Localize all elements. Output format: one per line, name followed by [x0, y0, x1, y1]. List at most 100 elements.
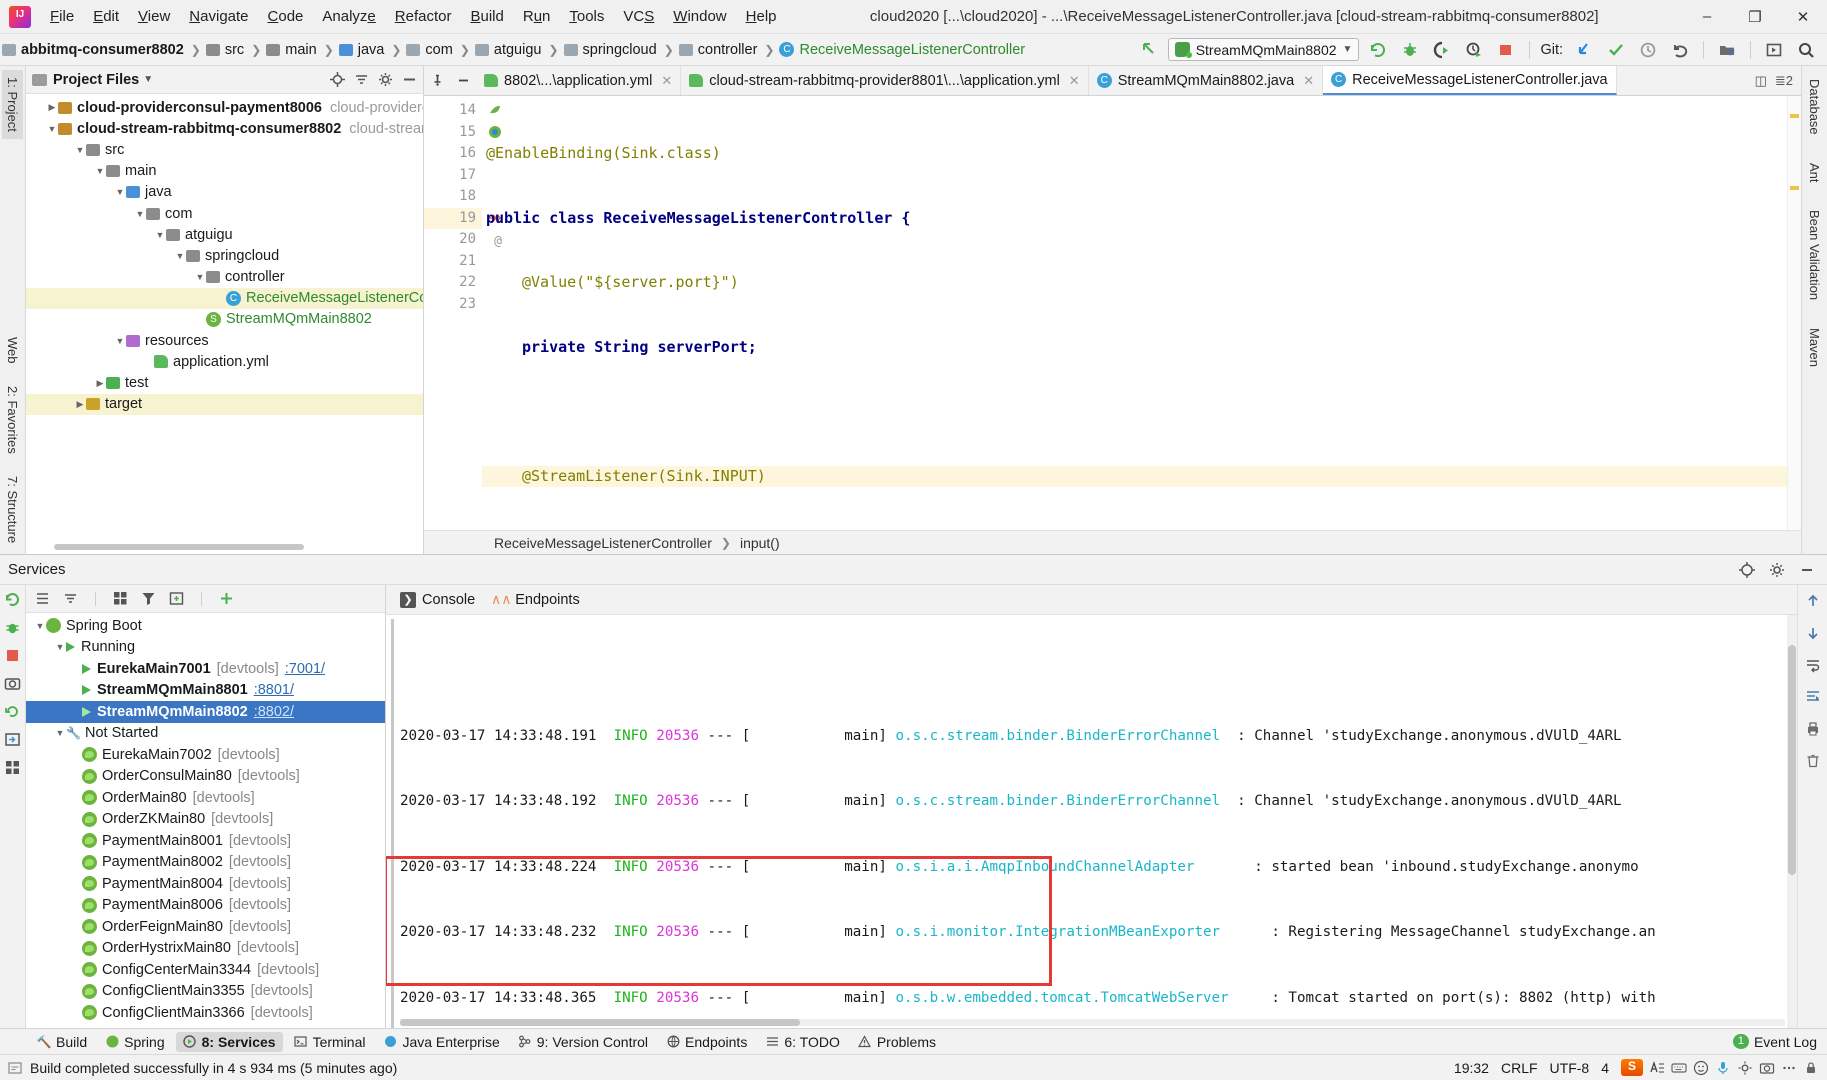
tool-window-build[interactable]: 🔨 Build — [30, 1032, 94, 1052]
tree-item[interactable]: ▶ test — [26, 372, 423, 393]
menu-item-navigate[interactable]: Navigate — [180, 4, 257, 29]
chevron-down-icon[interactable]: ▼ — [143, 74, 153, 85]
tool-window-java-enterprise[interactable]: Java Enterprise — [376, 1032, 506, 1052]
breadcrumb-java[interactable]: java — [337, 40, 389, 60]
breadcrumb-class[interactable]: C ReceiveMessageListenerController — [777, 40, 1029, 60]
profile-icon[interactable] — [1461, 37, 1487, 63]
collapse-all-icon[interactable] — [354, 72, 369, 87]
emoji-icon[interactable] — [1693, 1060, 1709, 1076]
expand-arrow-icon[interactable]: ▼ — [94, 166, 106, 176]
close-icon[interactable]: ✕ — [1069, 73, 1080, 89]
restart-services-icon[interactable] — [4, 703, 21, 720]
event-log-button[interactable]: 1 Event Log — [1732, 1034, 1817, 1050]
hide-tabs-icon[interactable] — [450, 66, 476, 95]
menu-item-code[interactable]: Code — [259, 4, 313, 29]
run-anything-icon[interactable] — [1761, 37, 1787, 63]
debug-services-icon[interactable] — [4, 619, 21, 636]
close-icon[interactable]: ✕ — [661, 73, 672, 89]
back-arrow-icon[interactable] — [1136, 37, 1162, 63]
service-item-configclientmain3355[interactable]: ConfigClientMain3355 [devtools] — [26, 981, 385, 1003]
tool-window-services[interactable]: 8: Services — [175, 1031, 283, 1052]
project-tree[interactable]: ▶ cloud-providerconsul-payment8006 cloud… — [26, 94, 423, 554]
scrollbar-thumb[interactable] — [400, 1019, 800, 1026]
service-item-paymentmain8001[interactable]: PaymentMain8001 [devtools] — [26, 830, 385, 852]
maximize-button[interactable]: ❐ — [1731, 0, 1779, 34]
git-update-icon[interactable] — [1571, 37, 1597, 63]
tab-endpoints[interactable]: ∧∧ Endpoints — [491, 591, 580, 608]
line-separator-label[interactable]: CRLF — [1501, 1060, 1538, 1076]
expand-arrow-icon[interactable]: ▼ — [114, 336, 126, 346]
rerun-services-icon[interactable] — [4, 591, 21, 608]
git-commit-icon[interactable] — [1603, 37, 1629, 63]
hide-icon[interactable] — [1799, 562, 1815, 578]
breadcrumb-main[interactable]: main — [264, 40, 320, 60]
tree-item[interactable]: ▶ target — [26, 393, 423, 415]
service-port-link[interactable]: :8802/ — [254, 704, 294, 720]
breadcrumb-module[interactable]: abbitmq-consumer8802 — [0, 40, 188, 60]
git-history-icon[interactable] — [1635, 37, 1661, 63]
project-structure-icon[interactable] — [1714, 37, 1740, 63]
console-output-text[interactable]: 2020-03-17 14:33:47.966 INFO 20536 --- [… — [400, 615, 1797, 1028]
menu-item-file[interactable]: File — [41, 4, 83, 29]
tree-item[interactable]: ▼ cloud-stream-rabbitmq-consumer8802 clo… — [26, 118, 423, 139]
tool-window-todo[interactable]: 6: TODO — [758, 1032, 847, 1052]
group-by-icon[interactable] — [113, 591, 128, 606]
rerun-icon[interactable] — [1365, 37, 1391, 63]
tree-item[interactable]: ▶ cloud-providerconsul-payment8006 cloud… — [26, 97, 423, 118]
console-output-body[interactable]: 2020-03-17 14:33:47.966 INFO 20536 --- [… — [386, 615, 1797, 1028]
encoding-label[interactable]: UTF-8 — [1550, 1060, 1590, 1076]
screenshot-tray-icon[interactable] — [1759, 1060, 1775, 1076]
screenshot-icon[interactable] — [4, 675, 21, 692]
expand-arrow-icon[interactable]: ▼ — [114, 187, 126, 197]
menu-item-run[interactable]: Run — [514, 4, 560, 29]
service-item-configcentermain3344[interactable]: ConfigCenterMain3344 [devtools] — [26, 959, 385, 981]
breadcrumb-src[interactable]: src — [204, 40, 248, 60]
settings-target-icon[interactable] — [1739, 561, 1755, 578]
tree-item[interactable]: ▼ resources — [26, 330, 423, 351]
expand-arrow-icon[interactable]: ▼ — [194, 272, 206, 282]
editor-marker-bar[interactable] — [1787, 96, 1801, 530]
add-service-icon[interactable] — [219, 591, 234, 606]
breadcrumb-class-label[interactable]: ReceiveMessageListenerController — [494, 535, 712, 551]
expand-arrow-icon[interactable]: ▼ — [74, 145, 86, 155]
menu-item-help[interactable]: Help — [737, 4, 786, 29]
gear-icon[interactable] — [1769, 562, 1785, 578]
tool-window-spring[interactable]: Spring — [98, 1032, 171, 1052]
tree-item[interactable]: ▼ springcloud — [26, 245, 423, 266]
editor-gutter[interactable]: 14 15 16 17 18 19 20 @ 21 22 23 — [424, 96, 502, 530]
editor-tab-receivemessagelistenercontroller[interactable]: C ReceiveMessageListenerController.java — [1323, 66, 1617, 95]
expand-all-icon[interactable] — [35, 591, 50, 606]
tool-window-database[interactable]: Database — [1804, 72, 1825, 142]
service-group-spring-boot[interactable]: ▼ Spring Boot — [26, 615, 385, 637]
ime-mode-icon[interactable] — [1649, 1060, 1665, 1076]
expand-arrow-icon[interactable]: ▼ — [54, 642, 66, 652]
tool-window-bean-validation[interactable]: Bean Validation — [1804, 203, 1825, 307]
tool-window-web[interactable]: Web — [2, 330, 23, 371]
tool-window-version-control[interactable]: 9: Version Control — [511, 1032, 655, 1052]
service-item-streammqmmain8801[interactable]: StreamMQmMain8801 :8801/ — [26, 680, 385, 702]
service-item-paymentmain8002[interactable]: PaymentMain8002 [devtools] — [26, 852, 385, 874]
menu-item-analyze[interactable]: Analyze — [313, 4, 384, 29]
horizontal-scrollbar[interactable] — [54, 544, 304, 550]
service-item-ordermain80[interactable]: OrderMain80 [devtools] — [26, 787, 385, 809]
more-tray-icon[interactable] — [1781, 1060, 1797, 1076]
search-everywhere-icon[interactable] — [1793, 37, 1819, 63]
tool-window-endpoints[interactable]: Endpoints — [659, 1032, 754, 1052]
tab-overflow-icon[interactable]: ≣2 — [1775, 73, 1793, 89]
service-group-not-started[interactable]: ▼ 🔧 Not Started — [26, 723, 385, 745]
expand-arrow-icon[interactable]: ▼ — [134, 209, 146, 219]
soft-wrap-icon[interactable] — [1805, 657, 1821, 673]
tree-item[interactable]: application.yml — [26, 351, 423, 372]
close-button[interactable]: ✕ — [1779, 0, 1827, 34]
service-item-paymentmain8004[interactable]: PaymentMain8004 [devtools] — [26, 873, 385, 895]
grid-view-icon[interactable] — [4, 759, 21, 776]
hide-icon[interactable] — [402, 72, 417, 87]
menu-item-view[interactable]: View — [129, 4, 179, 29]
scroll-up-icon[interactable] — [1805, 593, 1821, 609]
menu-item-edit[interactable]: Edit — [84, 4, 128, 29]
expand-arrow-icon[interactable]: ▼ — [46, 124, 58, 134]
tool-window-terminal[interactable]: Terminal — [287, 1032, 373, 1052]
tree-item-selected-file[interactable]: C ReceiveMessageListenerCont — [26, 287, 423, 309]
expand-arrow-icon[interactable]: ▶ — [94, 378, 106, 389]
breadcrumb-com[interactable]: com — [404, 40, 456, 60]
